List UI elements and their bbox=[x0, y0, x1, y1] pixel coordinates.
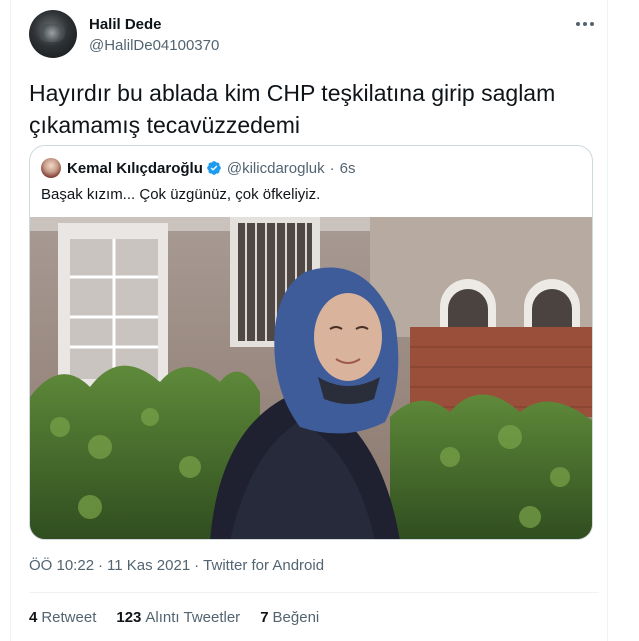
retweets-count: 4 bbox=[29, 609, 38, 626]
quoted-time[interactable]: 6s bbox=[340, 160, 356, 177]
likes-count: 7 bbox=[260, 609, 269, 626]
quoted-author-avatar[interactable] bbox=[41, 158, 61, 178]
quote-tweets-stat[interactable]: 123 Alıntı Tweetler bbox=[116, 609, 240, 626]
tweet-text: Hayırdır bu ablada kim CHP teşkilatına g… bbox=[29, 80, 556, 138]
verified-badge-icon bbox=[207, 161, 221, 175]
tweet-time[interactable]: ÖÖ 10:22 bbox=[29, 557, 94, 574]
tweet-meta: ÖÖ 10:22 · 11 Kas 2021 · Twitter for And… bbox=[29, 557, 324, 574]
retweets-label: Retweet bbox=[41, 609, 97, 626]
author-handle[interactable]: @HalilDe04100370 bbox=[89, 37, 219, 54]
tweet-source[interactable]: Twitter for Android bbox=[203, 557, 324, 574]
author-display-name[interactable]: Halil Dede bbox=[89, 16, 162, 33]
quoted-tweet-header: Kemal Kılıçdaroğlu @kilicdarogluk · 6s bbox=[41, 158, 355, 178]
quote-tweets-count: 123 bbox=[116, 609, 142, 626]
tweet-stats: 4 Retweet 123 Alıntı Tweetler 7 Beğeni bbox=[29, 609, 319, 626]
quoted-separator: · bbox=[329, 159, 335, 177]
quote-tweets-label: Alıntı Tweetler bbox=[145, 609, 241, 626]
quoted-tweet-text: Başak kızım... Çok üzgünüz, çok öfkeliyi… bbox=[41, 186, 321, 203]
quoted-author-handle[interactable]: @kilicdarogluk bbox=[227, 160, 325, 177]
divider bbox=[29, 592, 599, 593]
tweet-date[interactable]: 11 Kas 2021 bbox=[107, 557, 190, 574]
quoted-author-display-name[interactable]: Kemal Kılıçdaroğlu bbox=[67, 160, 203, 177]
tweet-card: Halil Dede @HalilDe04100370 Hayırdır bu … bbox=[10, 0, 608, 641]
quoted-tweet-photo[interactable] bbox=[30, 217, 592, 539]
likes-label: Beğeni bbox=[272, 609, 320, 626]
photo-illustration bbox=[30, 217, 592, 539]
author-avatar[interactable] bbox=[29, 10, 77, 58]
quoted-tweet[interactable]: Kemal Kılıçdaroğlu @kilicdarogluk · 6s B… bbox=[29, 145, 593, 540]
meta-dot: · bbox=[194, 557, 200, 574]
meta-dot: · bbox=[98, 557, 104, 574]
more-options-icon[interactable] bbox=[573, 14, 597, 34]
retweets-stat[interactable]: 4 Retweet bbox=[29, 609, 96, 626]
likes-stat[interactable]: 7 Beğeni bbox=[260, 609, 319, 626]
